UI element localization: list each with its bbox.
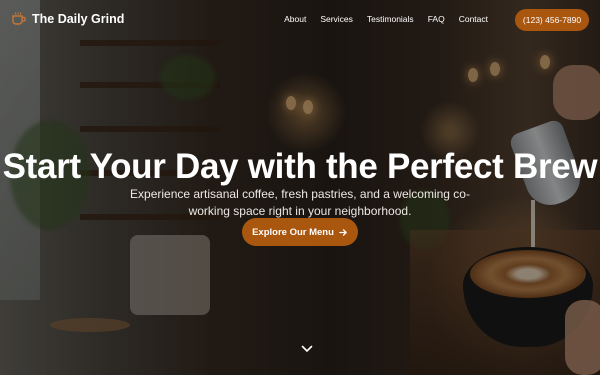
nav-link-faq[interactable]: FAQ [428,14,445,24]
coffee-cup-icon [11,12,27,26]
arrow-right-icon [339,228,348,237]
nav-link-services[interactable]: Services [320,14,353,24]
brand-logo[interactable]: The Daily Grind [11,12,124,26]
cta-label: Explore Our Menu [252,226,334,238]
nav-links: About Services Testimonials FAQ Contact [284,14,488,24]
hero-subtitle: Experience artisanal coffee, fresh pastr… [130,187,470,218]
chevron-down-icon[interactable] [301,345,313,353]
phone-button[interactable]: (123) 456-7890 [515,9,589,31]
brand-name: The Daily Grind [32,12,125,26]
navbar: The Daily Grind About Services Testimoni… [0,0,600,40]
nav-link-about[interactable]: About [284,14,306,24]
explore-menu-button[interactable]: Explore Our Menu [242,218,358,246]
hero-headline: Start Your Day with the Perfect Brew [2,147,598,187]
nav-link-contact[interactable]: Contact [459,14,488,24]
nav-link-testimonials[interactable]: Testimonials [367,14,414,24]
